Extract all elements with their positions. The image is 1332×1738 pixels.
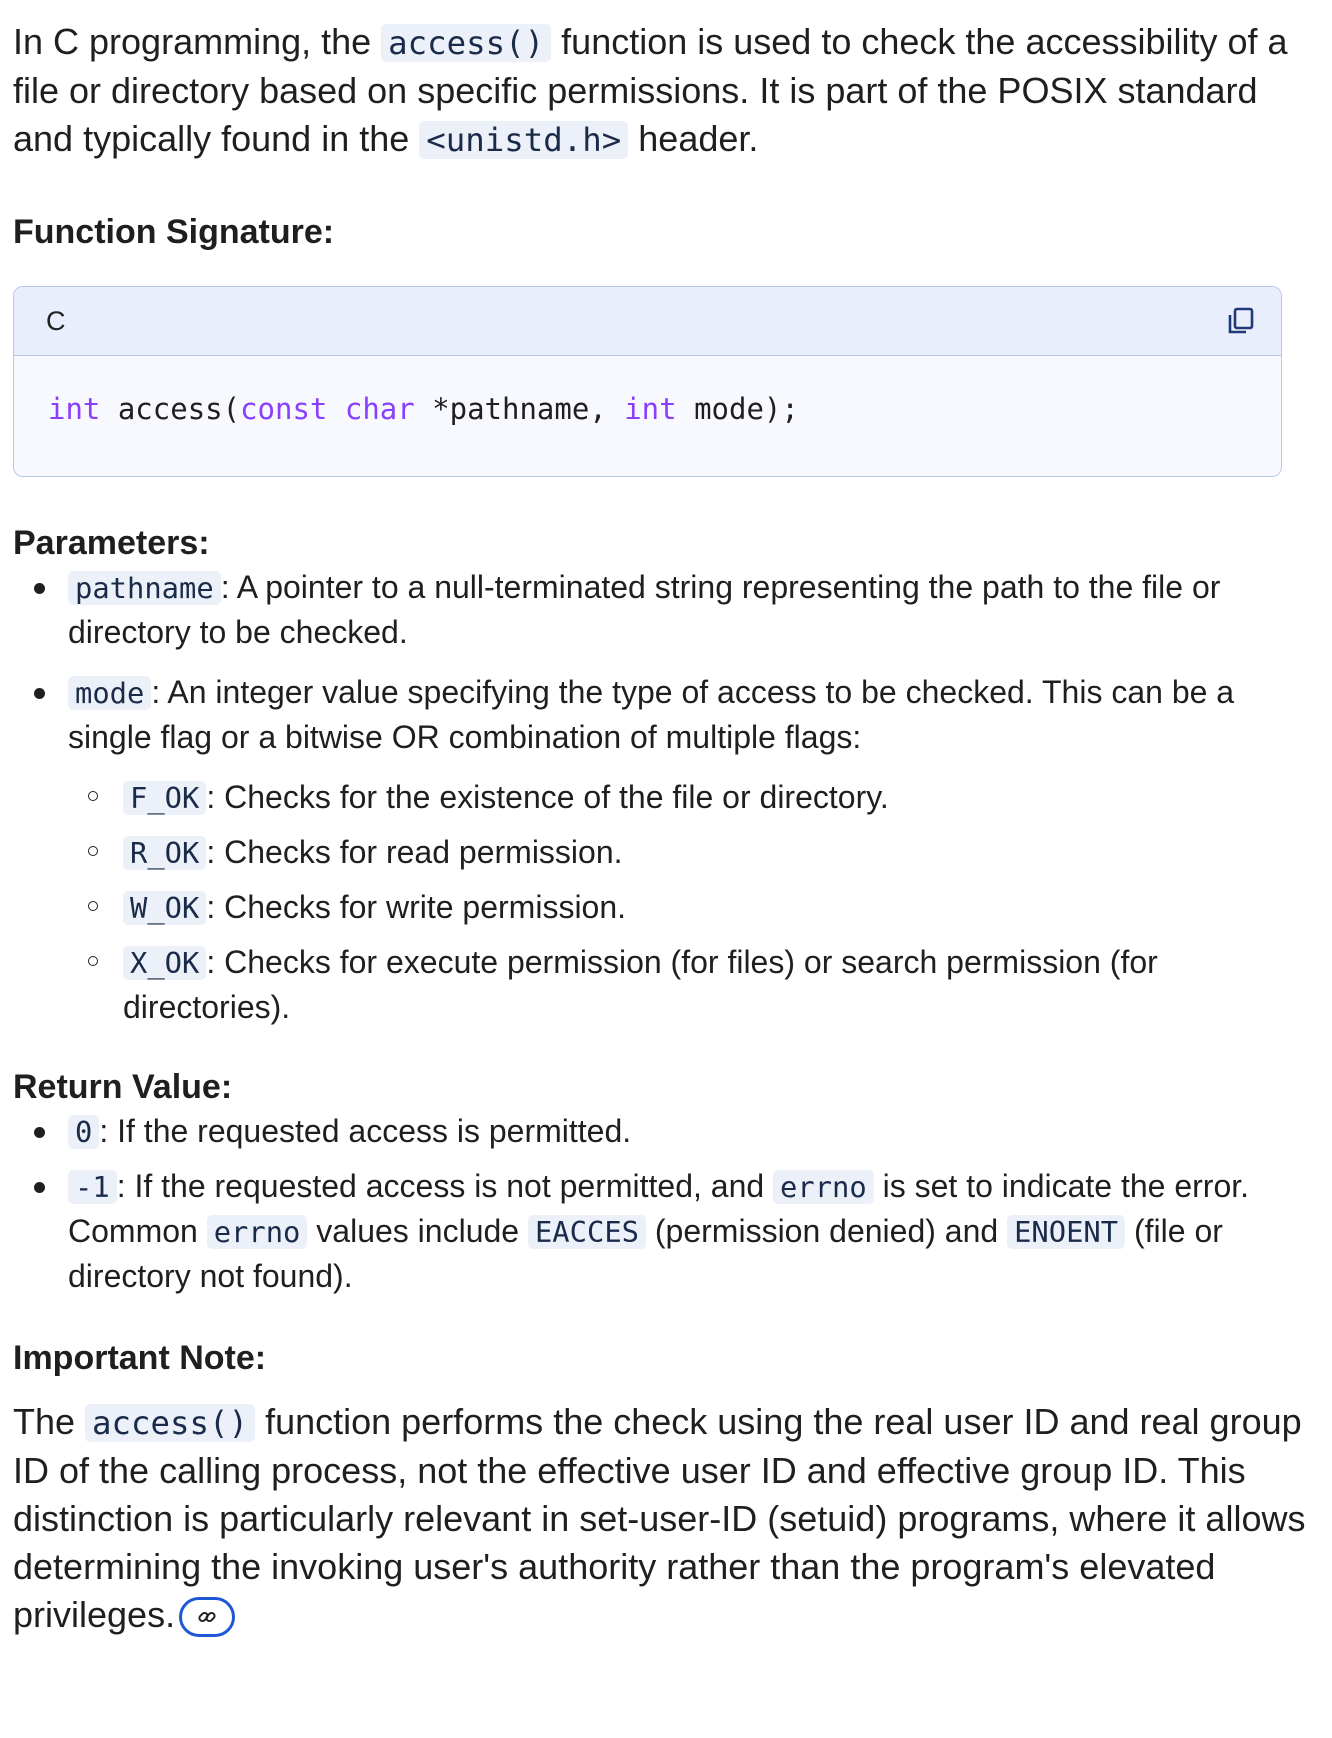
inline-code: W_OK bbox=[123, 891, 207, 925]
list-item-text: : An integer value specifying the type o… bbox=[68, 674, 1235, 755]
inline-code: F_OK bbox=[123, 781, 207, 815]
source-link-button[interactable] bbox=[179, 1597, 236, 1638]
code-keyword: char bbox=[344, 392, 415, 426]
list-item: mode: An integer value specifying the ty… bbox=[13, 670, 1312, 1029]
inline-code: errno bbox=[206, 1215, 308, 1249]
inline-code: pathname bbox=[68, 571, 221, 605]
list-item: X_OK: Checks for execute permission (for… bbox=[68, 940, 1312, 1029]
list-item: 0: If the requested access is permitted. bbox=[13, 1109, 1312, 1154]
inline-code: access() bbox=[381, 24, 552, 62]
intro-text: In C programming, the bbox=[13, 21, 382, 62]
list-item-text: : A pointer to a null-terminated string … bbox=[68, 569, 1221, 650]
list-item-text: values include bbox=[307, 1213, 528, 1249]
list-item: W_OK: Checks for write permission. bbox=[68, 885, 1312, 930]
note-text: The bbox=[13, 1401, 86, 1442]
code-keyword: int bbox=[624, 392, 677, 426]
inline-code: mode bbox=[68, 676, 152, 710]
page: In C programming, the access() function … bbox=[0, 0, 1332, 1738]
inline-code: R_OK bbox=[123, 836, 207, 870]
inline-code: -1 bbox=[68, 1170, 117, 1204]
list-item: R_OK: Checks for read permission. bbox=[68, 830, 1312, 875]
note-paragraph: The access() function performs the check… bbox=[13, 1398, 1312, 1639]
inline-code: EACCES bbox=[527, 1215, 646, 1249]
inline-code: 0 bbox=[68, 1115, 100, 1149]
code-keyword: const bbox=[240, 392, 328, 426]
heading-important-note: Important Note: bbox=[13, 1339, 267, 1377]
inline-code: access() bbox=[85, 1404, 256, 1442]
link-icon bbox=[198, 1612, 216, 1623]
code-token: *pathname, bbox=[414, 392, 625, 426]
list-item-text: : If the requested access is not permitt… bbox=[116, 1168, 774, 1204]
code-token: mode); bbox=[676, 392, 799, 426]
heading-function-signature: Function Signature: bbox=[13, 213, 335, 251]
intro-text: header. bbox=[628, 118, 759, 159]
inline-code: ENOENT bbox=[1007, 1215, 1126, 1249]
heading-return-value: Return Value: bbox=[13, 1068, 233, 1106]
mode-flags-list: F_OK: Checks for the existence of the fi… bbox=[68, 775, 1312, 1029]
list-item: F_OK: Checks for the existence of the fi… bbox=[68, 775, 1312, 820]
parameters-list: pathname: A pointer to a null-terminated… bbox=[13, 565, 1312, 1029]
list-item-text: (permission denied) and bbox=[646, 1213, 1008, 1249]
inline-code: errno bbox=[773, 1170, 874, 1204]
return-values-list: 0: If the requested access is permitted.… bbox=[13, 1109, 1312, 1298]
list-item-text: : Checks for execute permission (for fil… bbox=[123, 944, 1158, 1025]
copy-code-button[interactable] bbox=[1221, 301, 1261, 341]
code-block-header: C bbox=[14, 287, 1281, 356]
list-item-text: : If the requested access is permitted. bbox=[99, 1113, 632, 1149]
copy-icon bbox=[1228, 307, 1254, 334]
list-item: -1: If the requested access is not permi… bbox=[13, 1164, 1312, 1298]
code-token: access( bbox=[100, 392, 241, 426]
code-keyword: int bbox=[48, 392, 101, 426]
list-item-text: : Checks for write permission. bbox=[206, 889, 627, 925]
code-block: C int access(const char *pathname, int m… bbox=[13, 286, 1282, 477]
intro-paragraph: In C programming, the access() function … bbox=[13, 0, 1312, 164]
list-item: pathname: A pointer to a null-terminated… bbox=[13, 565, 1312, 654]
code-language-label: C bbox=[46, 305, 66, 336]
heading-parameters: Parameters: bbox=[13, 524, 210, 562]
code-block-content: int access(const char *pathname, int mod… bbox=[14, 356, 1281, 476]
inline-code: <unistd.h> bbox=[419, 121, 629, 159]
inline-code: X_OK bbox=[123, 946, 207, 980]
list-item-text: : Checks for read permission. bbox=[206, 834, 623, 870]
list-item-text: : Checks for the existence of the file o… bbox=[206, 779, 889, 815]
